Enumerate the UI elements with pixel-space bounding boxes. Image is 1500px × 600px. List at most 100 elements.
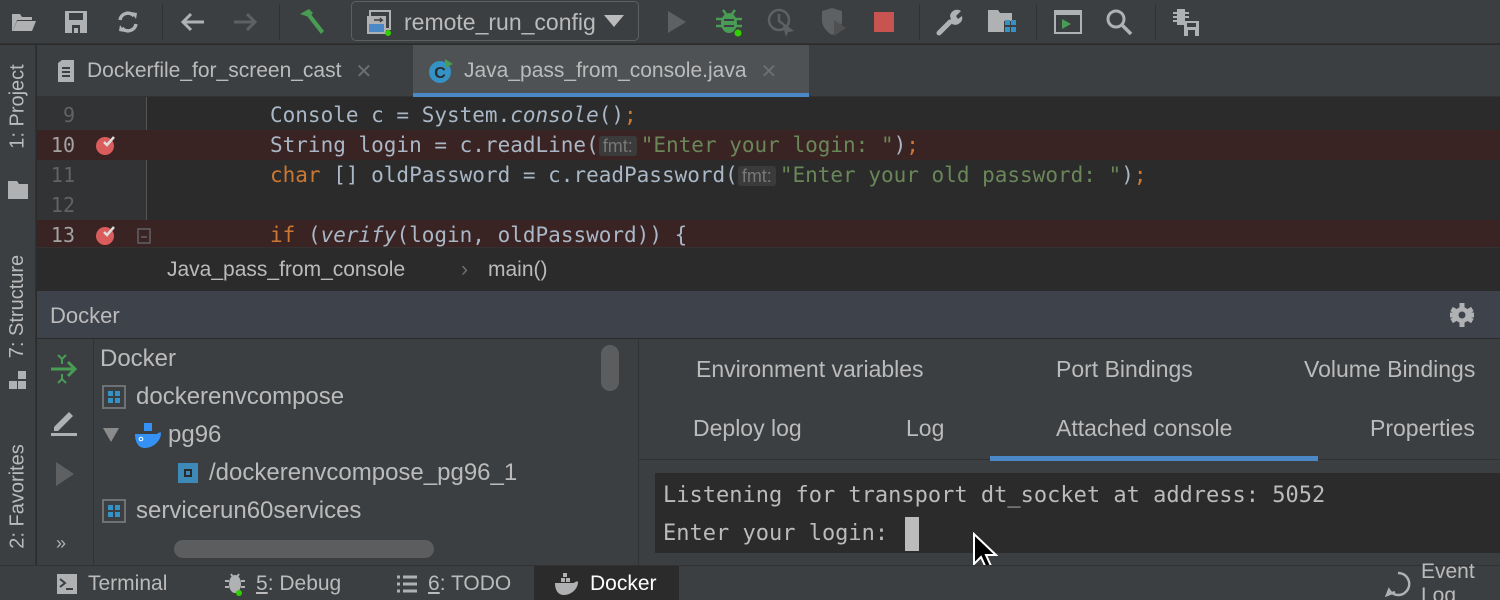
profile-icon[interactable]	[761, 2, 801, 42]
tree-item-dockerenvcompose[interactable]: dockerenvcompose	[102, 378, 344, 416]
start-icon[interactable]	[54, 461, 76, 492]
favorites-tool-label: 2: Favorites	[6, 444, 29, 549]
code-line: 11 char [] oldPassword = c.readPassword(…	[37, 160, 1500, 190]
tree-item-pg96[interactable]: pg96	[102, 416, 221, 454]
breadcrumb-method[interactable]: main()	[488, 258, 548, 282]
code-line: 10 String login = c.readLine(fmt: "Enter …	[37, 130, 1500, 160]
list-icon	[396, 575, 418, 593]
build-hammer-icon[interactable]	[292, 2, 332, 42]
tab-attached-console[interactable]: Attached console	[1056, 415, 1232, 442]
java-class-icon: C	[428, 58, 454, 84]
param-hint: fmt:	[598, 136, 637, 156]
toolbar-separator	[1036, 4, 1037, 40]
code-editor[interactable]: 9 Console c = System.console(); 10 Strin…	[37, 97, 1500, 247]
stop-icon[interactable]	[864, 2, 904, 42]
line-number: 10	[50, 133, 75, 157]
docker-tool-window-header: Docker	[37, 291, 1500, 339]
svg-text:C: C	[434, 65, 446, 82]
debug-bug-icon	[224, 571, 246, 597]
folder-icon	[7, 180, 29, 205]
container-icon	[177, 462, 199, 484]
run-config-selector[interactable]: remote_run_config	[351, 1, 639, 41]
code-line: 9 Console c = System.console();	[37, 100, 1500, 130]
breakpoint-icon[interactable]	[95, 134, 117, 156]
event-log-bubble-icon	[1385, 571, 1411, 597]
tab-log[interactable]: Log	[906, 415, 944, 442]
compose-icon	[102, 499, 126, 523]
close-icon[interactable]: ✕	[761, 59, 778, 84]
debug-icon[interactable]	[709, 2, 749, 42]
docker-detail-panel: Environment variables Port Bindings Volu…	[639, 339, 1500, 565]
compose-icon	[102, 385, 126, 409]
tab-volume-bindings[interactable]: Volume Bindings	[1304, 356, 1475, 383]
bottom-tool-bar: Terminal 5: Debug 6: TODO Docker Event L…	[0, 560, 1500, 600]
docker-action-bar: »	[37, 339, 94, 565]
project-tool-label: 1: Project	[6, 64, 29, 149]
structure-tool-tab[interactable]: 7: Structure	[0, 235, 36, 395]
docker-whale-icon	[554, 572, 580, 596]
attached-console[interactable]: Listening for transport dt_socket at add…	[655, 473, 1500, 553]
vertical-scrollbar[interactable]	[601, 345, 619, 391]
open-folder-icon[interactable]	[4, 2, 44, 42]
tab-java-pass-from-console[interactable]: C Java_pass_from_console.java ✕	[413, 45, 809, 97]
save-icon[interactable]	[56, 2, 96, 42]
text-cursor	[905, 517, 920, 551]
bottom-tab-debug[interactable]: 5: Debug	[224, 566, 341, 600]
gear-icon[interactable]	[1449, 302, 1475, 333]
run-icon[interactable]	[657, 2, 697, 42]
docker-tool-window: » Docker dockerenvcompose pg96 /dockeren…	[37, 339, 1500, 565]
tab-properties[interactable]: Properties	[1370, 415, 1475, 442]
editor-tab-bar: Dockerfile_for_screen_cast ✕ C Java_pass…	[37, 45, 1500, 97]
toolbar-separator	[1155, 4, 1156, 40]
project-structure-icon[interactable]	[982, 2, 1022, 42]
structure-tool-label: 7: Structure	[6, 254, 29, 359]
tab-deploy-log[interactable]: Deploy log	[693, 415, 802, 442]
tab-dockerfile[interactable]: Dockerfile_for_screen_cast ✕	[57, 45, 409, 97]
bottom-tab-docker[interactable]: Docker	[534, 566, 679, 600]
docker-title: Docker	[50, 303, 120, 328]
breadcrumb-class[interactable]: Java_pass_from_console	[167, 258, 405, 282]
forward-icon[interactable]	[225, 2, 265, 42]
fold-icon[interactable]	[137, 228, 151, 244]
project-tool-tab[interactable]: 1: Project	[0, 55, 36, 199]
tree-item-servicerun60services[interactable]: servicerun60services	[102, 492, 361, 530]
breakpoint-icon[interactable]	[95, 224, 117, 246]
back-icon[interactable]	[173, 2, 213, 42]
tab-label: Java_pass_from_console.java	[464, 59, 747, 82]
tab-label: Dockerfile_for_screen_cast	[87, 59, 342, 82]
line-number: 13	[50, 223, 75, 247]
tree-item-container[interactable]: /dockerenvcompose_pg96_1	[177, 454, 517, 492]
close-icon[interactable]: ✕	[355, 59, 372, 84]
toolbar-separator	[279, 4, 280, 40]
tree-item-docker[interactable]: Docker	[100, 340, 176, 378]
terminal-icon	[56, 573, 78, 595]
active-tab-indicator	[990, 456, 1318, 461]
settings-wrench-icon[interactable]	[930, 2, 970, 42]
tab-port-bindings[interactable]: Port Bindings	[1056, 356, 1193, 383]
tab-environment-variables[interactable]: Environment variables	[696, 356, 924, 383]
toolbar-separator	[919, 4, 920, 40]
coverage-icon[interactable]	[813, 2, 853, 42]
database-icon[interactable]	[1166, 2, 1206, 42]
edit-icon[interactable]	[50, 407, 78, 442]
search-icon[interactable]	[1099, 2, 1139, 42]
horizontal-scrollbar[interactable]	[174, 540, 434, 558]
run-config-icon	[366, 10, 392, 41]
docker-tree[interactable]: Docker dockerenvcompose pg96 /dockerenvc…	[94, 339, 639, 565]
docker-whale-icon	[134, 421, 162, 449]
code-line: 12	[37, 190, 1500, 220]
run-config-label: remote_run_config	[404, 9, 596, 35]
bottom-tab-event-log[interactable]: Event Log	[1385, 560, 1500, 600]
expand-triangle-icon[interactable]	[102, 427, 120, 443]
more-actions-icon[interactable]: »	[56, 533, 66, 554]
favorites-tool-tab[interactable]: 2: Favorites	[0, 425, 36, 565]
bottom-tab-terminal[interactable]: Terminal	[56, 566, 181, 600]
console-line: Enter your login:	[663, 517, 920, 551]
line-number: 12	[50, 193, 75, 217]
line-number: 11	[50, 163, 75, 187]
deploy-icon[interactable]	[50, 353, 78, 390]
file-icon	[57, 59, 75, 83]
bottom-tab-todo[interactable]: 6: TODO	[396, 566, 511, 600]
run-anything-icon[interactable]	[1048, 2, 1088, 42]
sync-icon[interactable]	[108, 2, 148, 42]
